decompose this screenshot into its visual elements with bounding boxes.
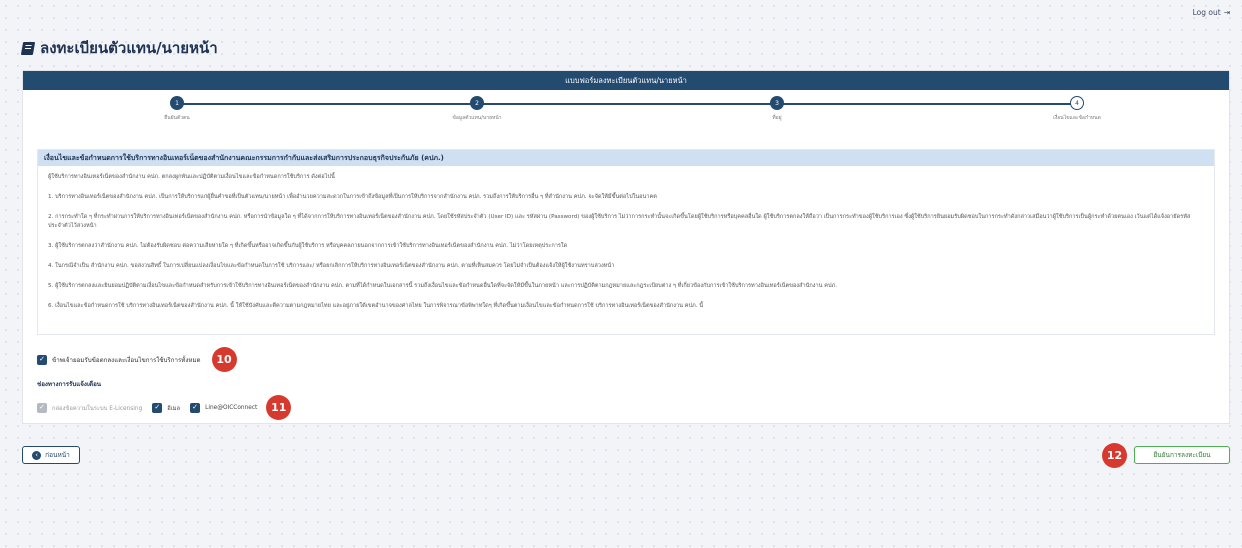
elicensing-inbox-checkbox[interactable]: ✓ <box>37 402 47 413</box>
terms-box[interactable]: เงื่อนไขและข้อกำหนดการใช้บริการทางอินเทอ… <box>37 149 1215 335</box>
terms-title: เงื่อนไขและข้อกำหนดการใช้บริการทางอินเทอ… <box>38 150 1214 166</box>
panel-header: แบบฟอร์มลงทะเบียนตัวแทน/นายหน้า <box>23 71 1229 90</box>
stepper: 1 ยืนยันตัวตน 2 ข้อมูลตัวแทน/นายหน้า 3 ท… <box>23 90 1229 128</box>
line-label: Line@OICConnect <box>205 404 258 411</box>
page-title: ลงทะเบียนตัวแทน/นายหน้า <box>20 36 218 60</box>
elicensing-inbox-label: กล่องข้อความในระบบ E-Licensing <box>52 405 143 412</box>
back-button[interactable]: ‹ ก่อนหน้า <box>22 446 80 464</box>
email-checkbox[interactable]: ✓ <box>152 402 163 413</box>
agree-row: ✓ ข้าพเจ้ายอมรับข้อตกลงและเงื่อนไขการใช้… <box>37 347 237 372</box>
terms-item-1: 1. บริการทางอินเทอร์เน็ตของสำนักงาน คปภ.… <box>48 194 657 200</box>
step-2-label: ข้อมูลตัวแทน/นายหน้า <box>452 115 502 121</box>
back-label: ก่อนหน้า <box>45 451 70 459</box>
email-label: อีเมล <box>167 405 181 412</box>
step-2: 2 ข้อมูลตัวแทน/นายหน้า <box>437 96 517 122</box>
notification-channels: ช่องทางการรับแจ้งเตือน ✓ กล่องข้อความในร… <box>37 379 292 420</box>
terms-item-3: 3. ผู้ใช้บริการตกลงว่าสำนักงาน คปภ. ไม่ต… <box>48 243 568 249</box>
arrow-left-icon: ‹ <box>32 450 42 460</box>
step-4-dot: 4 <box>1070 96 1084 110</box>
step-3-label: ที่อยู่ <box>772 115 782 121</box>
step-2-dot: 2 <box>470 96 484 110</box>
logout-label: Log out <box>1192 8 1221 17</box>
registration-panel: แบบฟอร์มลงทะเบียนตัวแทน/นายหน้า 1 ยืนยัน… <box>22 70 1230 424</box>
stepper-line <box>177 103 1077 105</box>
step-1-label: ยืนยันตัวตน <box>164 115 190 121</box>
agree-checkbox[interactable]: ✓ <box>37 354 47 365</box>
annotation-badge-11: 11 <box>266 395 292 420</box>
terms-item-4: 4. ในกรณีจำเป็น สำนักงาน คปภ. ขอสงวนสิทธ… <box>48 263 615 269</box>
terms-intro: ผู้ใช้บริการทางอินเทอร์เน็ตของสำนักงาน ค… <box>48 174 335 180</box>
step-4-label: เงื่อนไขและข้อกำหนด <box>1053 115 1101 121</box>
step-1: 1 ยืนยันตัวตน <box>137 96 217 122</box>
agree-label: ข้าพเจ้ายอมรับข้อตกลงและเงื่อนไขการใช้บร… <box>52 356 201 364</box>
step-4: 4 เงื่อนไขและข้อกำหนด <box>1037 96 1117 122</box>
line-checkbox[interactable]: ✓ <box>190 402 201 413</box>
logout-link[interactable]: Log out ⇥ <box>1193 8 1230 17</box>
logout-icon: ⇥ <box>1223 8 1230 17</box>
book-icon <box>20 41 36 55</box>
terms-item-6: 6. เงื่อนไขและข้อกำหนดการใช้ บริการทางอิ… <box>48 303 704 309</box>
notification-options: ✓ กล่องข้อความในระบบ E-Licensing ✓ อีเมล… <box>37 395 292 420</box>
step-3: 3 ที่อยู่ <box>737 96 817 122</box>
step-3-dot: 3 <box>770 96 784 110</box>
annotation-badge-10: 10 <box>211 347 237 372</box>
annotation-badge-12: 12 <box>1102 443 1127 468</box>
confirm-registration-button[interactable]: ยืนยันการลงทะเบียน <box>1134 446 1230 464</box>
confirm-label: ยืนยันการลงทะเบียน <box>1153 451 1211 459</box>
terms-item-5: 5. ผู้ใช้บริการตกลงและยินยอมปฏิบัติตามเง… <box>48 283 838 289</box>
terms-item-2: 2. การกระทำใด ๆ ที่กระทำผ่านการให้บริการ… <box>48 214 1191 229</box>
panel-title: แบบฟอร์มลงทะเบียนตัวแทน/นายหน้า <box>565 75 687 85</box>
page-title-text: ลงทะเบียนตัวแทน/นายหน้า <box>40 39 218 57</box>
notification-title: ช่องทางการรับแจ้งเตือน <box>37 381 102 388</box>
step-1-dot: 1 <box>170 96 184 110</box>
